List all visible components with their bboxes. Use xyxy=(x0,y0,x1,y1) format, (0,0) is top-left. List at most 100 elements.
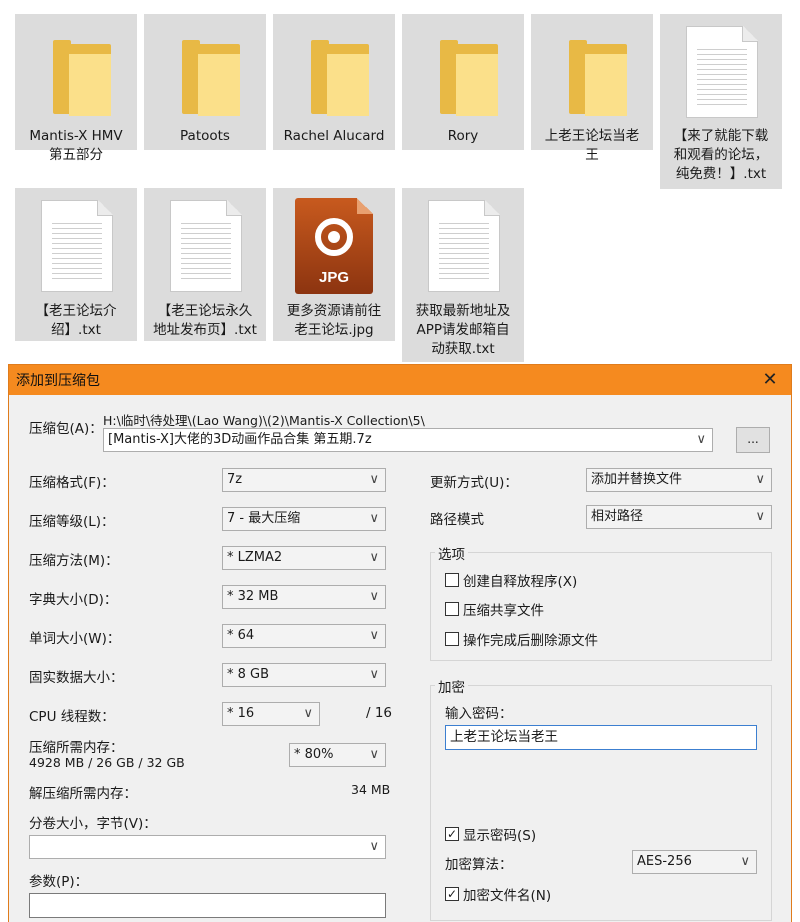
checkbox-box xyxy=(445,602,459,616)
method-label: 压缩方法(M)： xyxy=(29,553,119,569)
encrypt-names-checkbox[interactable]: ✓ 加密文件名(N) xyxy=(445,884,551,904)
dict-label: 字典大小(D)： xyxy=(29,592,118,608)
text-file-icon xyxy=(686,26,758,118)
decomp-value: 34 MB xyxy=(351,782,391,797)
dict-select[interactable]: * 32 MB xyxy=(222,585,386,609)
word-label: 单词大小(W)： xyxy=(29,631,121,647)
mem-label: 压缩所需内存： xyxy=(29,740,124,756)
archive-name-value: [Mantis-X]大佬的3D动画作品合集 第五期.7z xyxy=(108,432,372,447)
format-label: 压缩格式(F)： xyxy=(29,475,115,491)
folder-item[interactable]: Rachel Alucard xyxy=(273,14,395,150)
update-select[interactable]: 添加并替换文件 xyxy=(586,468,772,492)
chevron-down-icon xyxy=(369,508,379,530)
folder-icon xyxy=(569,40,631,118)
folder-icon xyxy=(440,40,502,118)
enc-method-value: AES-256 xyxy=(637,854,692,869)
file-name: 上老王论坛当老 王 xyxy=(544,128,640,163)
params-input[interactable] xyxy=(29,893,386,918)
solid-value: * 8 GB xyxy=(227,667,270,682)
dict-value: * 32 MB xyxy=(227,589,279,604)
decomp-label: 解压缩所需内存： xyxy=(29,786,137,802)
solid-label: 固实数据大小： xyxy=(29,670,124,686)
shared-checkbox[interactable]: 压缩共享文件 xyxy=(445,599,544,619)
mem-percent-value: * 80% xyxy=(294,747,334,762)
close-icon: ✕ xyxy=(762,369,778,390)
method-select[interactable]: * LZMA2 xyxy=(222,546,386,570)
chevron-down-icon xyxy=(755,506,765,528)
update-value: 添加并替换文件 xyxy=(591,472,683,487)
chevron-down-icon xyxy=(696,429,706,451)
title-bar: 添加到压缩包 xyxy=(9,365,791,395)
level-value: 7 - 最大压缩 xyxy=(227,511,301,526)
file-name: Patoots xyxy=(180,128,230,144)
password-input[interactable]: 上老王论坛当老王 xyxy=(445,725,757,750)
show-password-checkbox[interactable]: ✓ 显示密码(S) xyxy=(445,824,536,844)
chevron-down-icon xyxy=(369,586,379,608)
folder-item[interactable]: Rory xyxy=(402,14,524,150)
file-name: 【老王论坛介 绍】.txt xyxy=(35,303,117,338)
method-value: * LZMA2 xyxy=(227,550,283,565)
sfx-checkbox[interactable]: 创建自释放程序(X) xyxy=(445,570,577,590)
folder-icon xyxy=(53,40,115,118)
file-item[interactable]: 【来了就能下载 和观看的论坛， 纯免费！】.txt xyxy=(660,14,782,189)
sfx-label: 创建自释放程序(X) xyxy=(463,574,578,590)
mem-value: 4928 MB / 26 GB / 32 GB xyxy=(29,755,185,770)
file-item[interactable]: JPG 更多资源请前往 老王论坛.jpg xyxy=(273,188,395,341)
archive-label: 压缩包(A)： xyxy=(29,421,103,437)
chevron-down-icon xyxy=(369,744,379,766)
word-value: * 64 xyxy=(227,628,255,643)
file-item[interactable]: 【老王论坛介 绍】.txt xyxy=(15,188,137,341)
level-select[interactable]: 7 - 最大压缩 xyxy=(222,507,386,531)
checkbox-box xyxy=(445,573,459,587)
browse-button[interactable]: ... xyxy=(736,427,770,453)
text-file-icon xyxy=(41,200,113,292)
folder-icon xyxy=(182,40,244,118)
show-password-label: 显示密码(S) xyxy=(463,828,537,844)
threads-select[interactable]: * 16 xyxy=(222,702,320,726)
path-mode-label: 路径模式 xyxy=(430,512,484,528)
file-name: 更多资源请前往 老王论坛.jpg xyxy=(286,303,382,338)
word-select[interactable]: * 64 xyxy=(222,624,386,648)
volume-combo[interactable] xyxy=(29,835,386,859)
delete-after-checkbox[interactable]: 操作完成后删除源文件 xyxy=(445,629,598,649)
chevron-down-icon xyxy=(369,469,379,491)
file-item[interactable]: 获取最新地址及 APP请发邮箱自 动获取.txt xyxy=(402,188,524,362)
close-button[interactable]: ✕ xyxy=(759,369,781,391)
chevron-down-icon xyxy=(303,703,313,725)
format-select[interactable]: 7z xyxy=(222,468,386,492)
dialog-title: 添加到压缩包 xyxy=(16,373,100,389)
path-mode-value: 相对路径 xyxy=(591,509,644,524)
folder-item[interactable]: 上老王论坛当老 王 xyxy=(531,14,653,163)
solid-select[interactable]: * 8 GB xyxy=(222,663,386,687)
file-name: 获取最新地址及 APP请发邮箱自 动获取.txt xyxy=(415,303,511,357)
shared-label: 压缩共享文件 xyxy=(463,603,544,619)
checkbox-box xyxy=(445,632,459,646)
check-icon: ✓ xyxy=(445,827,459,841)
enc-method-select[interactable]: AES-256 xyxy=(632,850,757,874)
delete-after-label: 操作完成后删除源文件 xyxy=(463,633,598,649)
format-value: 7z xyxy=(227,472,243,487)
mem-percent-select[interactable]: * 80% xyxy=(289,743,386,767)
archive-name-combo[interactable]: [Mantis-X]大佬的3D动画作品合集 第五期.7z xyxy=(103,428,713,452)
folder-item[interactable]: Mantis-X HMV 第五部分 xyxy=(15,14,137,163)
path-mode-select[interactable]: 相对路径 xyxy=(586,505,772,529)
level-label: 压缩等级(L)： xyxy=(29,514,115,530)
jpg-file-icon: JPG xyxy=(295,198,373,294)
threads-value: * 16 xyxy=(227,706,255,721)
archive-path: H:\临时\待处理\(Lao Wang)\(2)\Mantis-X Collec… xyxy=(103,413,425,428)
file-item[interactable]: 【老王论坛永久 地址发布页】.txt xyxy=(144,188,266,341)
folder-icon xyxy=(311,40,373,118)
add-to-archive-dialog: 添加到压缩包 ✕ 压缩包(A)： H:\临时\待处理\(Lao Wang)\(2… xyxy=(8,364,792,922)
encryption-legend: 加密 xyxy=(435,676,468,696)
file-name: Mantis-X HMV 第五部分 xyxy=(29,128,123,163)
password-label: 输入密码： xyxy=(445,706,513,722)
file-name: Rachel Alucard xyxy=(283,128,385,144)
chevron-down-icon xyxy=(740,851,750,873)
chevron-down-icon xyxy=(369,836,379,858)
folder-item[interactable]: Patoots xyxy=(144,14,266,150)
chevron-down-icon xyxy=(369,664,379,686)
chevron-down-icon xyxy=(369,625,379,647)
enc-method-label: 加密算法： xyxy=(445,857,513,873)
volume-label: 分卷大小，字节(V)： xyxy=(29,816,157,832)
options-legend: 选项 xyxy=(435,543,468,563)
